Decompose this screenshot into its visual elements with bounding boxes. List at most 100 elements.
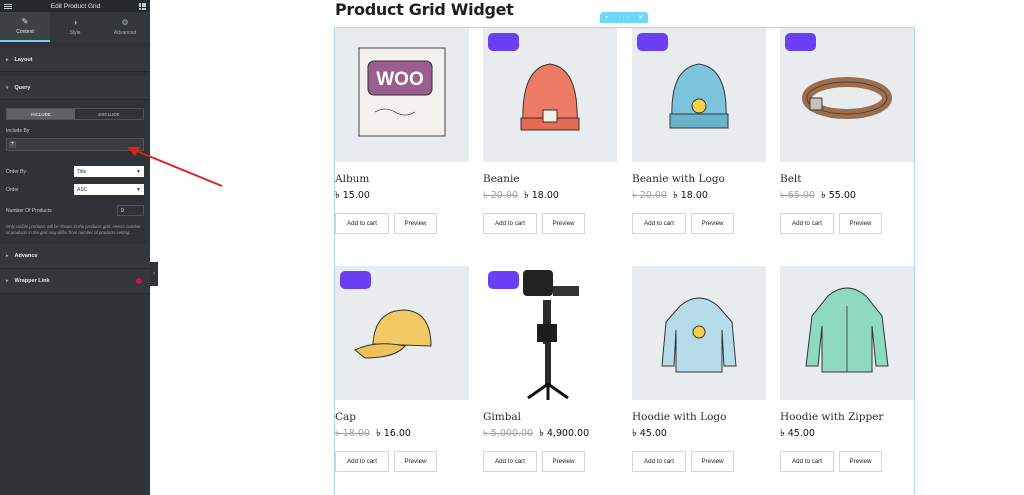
section-toolbar: + ⋮⋮⋮ ✕ xyxy=(600,12,648,23)
add-to-cart-button[interactable]: Add to cart xyxy=(780,451,834,472)
product-card: SALE! Gimbal ৳ 5,000.00 ৳ 4,900.00 Add to… xyxy=(483,266,617,472)
section-wrapper-link[interactable]: ▸ Wrapper Link xyxy=(0,269,150,294)
add-to-cart-button[interactable]: Add to cart xyxy=(335,213,389,234)
chevron-down-icon: ▼ xyxy=(136,168,141,175)
product-image[interactable] xyxy=(632,266,766,400)
add-to-cart-button[interactable]: Add to cart xyxy=(632,451,686,472)
product-card: SALE! Belt ৳ 65.00 ৳ 55.00 Add to cart Pr… xyxy=(780,28,914,234)
product-image[interactable]: SALE! xyxy=(632,28,766,162)
include-exclude-switch: INCLUDE EXCLUDE xyxy=(6,108,144,120)
close-icon[interactable]: ✕ xyxy=(638,14,643,21)
tab-label: Content xyxy=(16,28,34,35)
section-advance[interactable]: ▸ Advance xyxy=(0,244,150,269)
svg-text:WOO: WOO xyxy=(376,69,424,90)
exclude-tab[interactable]: EXCLUDE xyxy=(75,109,143,119)
pro-badge-icon xyxy=(136,278,142,284)
add-to-cart-button[interactable]: Add to cart xyxy=(780,213,834,234)
caret-right-icon: ▸ xyxy=(6,278,9,284)
preview-button[interactable]: Preview xyxy=(691,213,734,234)
preview-button[interactable]: Preview xyxy=(691,451,734,472)
product-price: ৳ 5,000.00 ৳ 4,900.00 xyxy=(483,427,617,442)
order-by-label: Order By xyxy=(6,168,27,175)
section-label: Layout xyxy=(14,56,33,63)
product-name[interactable]: Album xyxy=(335,173,469,185)
order-by-select[interactable]: Title ▼ xyxy=(74,166,144,177)
section-query[interactable]: ▾ Query xyxy=(0,76,150,100)
product-name[interactable]: Hoodie with Zipper xyxy=(780,411,914,423)
widgets-grid-icon[interactable] xyxy=(139,2,146,10)
preview-button[interactable]: Preview xyxy=(839,213,882,234)
sale-badge: SALE! xyxy=(637,33,668,51)
add-section-icon[interactable]: + xyxy=(605,15,609,21)
product-price: ৳ 65.00 ৳ 55.00 xyxy=(780,189,914,204)
order-value: ASC xyxy=(77,186,88,193)
preview-button[interactable]: Preview xyxy=(542,213,585,234)
section-label: Advance xyxy=(14,253,38,259)
product-name[interactable]: Beanie xyxy=(483,173,617,185)
tab-style[interactable]: ◑ Style xyxy=(50,12,100,42)
order-label: Order xyxy=(6,186,19,193)
tab-content[interactable]: ✎ Content xyxy=(0,12,50,42)
current-price: ৳ 18.00 xyxy=(672,190,708,201)
panel-tabs: ✎ Content ◑ Style ⚙ Advanced xyxy=(0,12,150,42)
preview-button[interactable]: Preview xyxy=(394,213,437,234)
section-layout[interactable]: ▸ Layout xyxy=(0,48,150,72)
old-price: ৳ 5,000.00 xyxy=(483,428,534,439)
preview-button[interactable]: Preview xyxy=(839,451,882,472)
include-tab[interactable]: INCLUDE xyxy=(7,109,75,119)
product-card: Hoodie with Logo ৳ 45.00 Add to cart Pre… xyxy=(632,266,766,472)
panel-collapse-toggle[interactable]: ‹ xyxy=(150,262,158,286)
product-card: SALE! Cap ৳ 18.00 ৳ 16.00 Add to cart Pre… xyxy=(335,266,469,472)
old-price: ৳ 65.00 xyxy=(780,190,815,201)
include-by-label: Include By xyxy=(6,128,30,134)
hoodie-zipper-image xyxy=(805,287,889,373)
product-price: ৳ 20.00 ৳ 18.00 xyxy=(483,189,617,204)
query-controls: INCLUDE EXCLUDE Include By + Order By Ti… xyxy=(0,100,150,244)
product-name[interactable]: Hoodie with Logo xyxy=(632,411,766,423)
current-price: ৳ 4,900.00 xyxy=(539,428,590,439)
product-image[interactable]: WOO xyxy=(335,28,469,162)
editor-screen: Edit Product Grid ✎ Content ◑ Style ⚙ Ad… xyxy=(0,0,1024,495)
product-price: ৳ 20.00 ৳ 18.00 xyxy=(632,189,766,204)
product-card: Hoodie with Zipper ৳ 45.00 Add to cart P… xyxy=(780,266,914,472)
sale-badge: SALE! xyxy=(488,271,519,289)
preview-button[interactable]: Preview xyxy=(394,451,437,472)
add-to-cart-button[interactable]: Add to cart xyxy=(335,451,389,472)
tab-label: Advanced xyxy=(113,29,137,36)
caret-right-icon: ▸ xyxy=(6,56,9,63)
product-image[interactable]: SALE! xyxy=(483,266,617,400)
num-products-label: Number Of Products xyxy=(6,207,52,214)
current-price: ৳ 16.00 xyxy=(375,428,411,439)
product-name[interactable]: Beanie with Logo xyxy=(632,173,766,185)
product-name[interactable]: Belt xyxy=(780,173,914,185)
product-card: WOO Album ৳ 15.00 Add to cart Preview xyxy=(335,28,469,234)
album-image: WOO xyxy=(358,47,446,137)
page-title: Product Grid Widget xyxy=(335,0,514,19)
add-to-cart-button[interactable]: Add to cart xyxy=(483,451,537,472)
product-image[interactable] xyxy=(780,266,914,400)
add-to-cart-button[interactable]: Add to cart xyxy=(483,213,537,234)
menu-icon[interactable] xyxy=(4,3,12,9)
preview-button[interactable]: Preview xyxy=(542,451,585,472)
order-select[interactable]: ASC ▼ xyxy=(74,184,144,195)
include-by-field[interactable]: + xyxy=(6,138,144,151)
product-price: ৳ 15.00 xyxy=(335,189,469,204)
add-icon[interactable]: + xyxy=(9,141,16,148)
move-handle-icon[interactable]: ⋮⋮⋮ xyxy=(617,15,629,20)
num-products-input[interactable]: 9 xyxy=(117,205,144,216)
order-by-value: Title xyxy=(77,168,87,175)
tab-advanced[interactable]: ⚙ Advanced xyxy=(100,12,150,42)
sale-badge: SALE! xyxy=(340,271,371,289)
add-to-cart-button[interactable]: Add to cart xyxy=(632,213,686,234)
product-image[interactable]: SALE! xyxy=(483,28,617,162)
product-image[interactable]: SALE! xyxy=(335,266,469,400)
contrast-icon: ◑ xyxy=(72,17,78,27)
query-note: Only visible products will be shown in t… xyxy=(6,224,141,235)
tab-label: Style xyxy=(69,29,81,36)
product-name[interactable]: Cap xyxy=(335,411,469,423)
product-image[interactable]: SALE! xyxy=(780,28,914,162)
editor-panel: Edit Product Grid ✎ Content ◑ Style ⚙ Ad… xyxy=(0,0,150,495)
section-label: Query xyxy=(14,84,31,91)
product-name[interactable]: Gimbal xyxy=(483,411,617,423)
old-price: ৳ 20.00 xyxy=(483,190,518,201)
